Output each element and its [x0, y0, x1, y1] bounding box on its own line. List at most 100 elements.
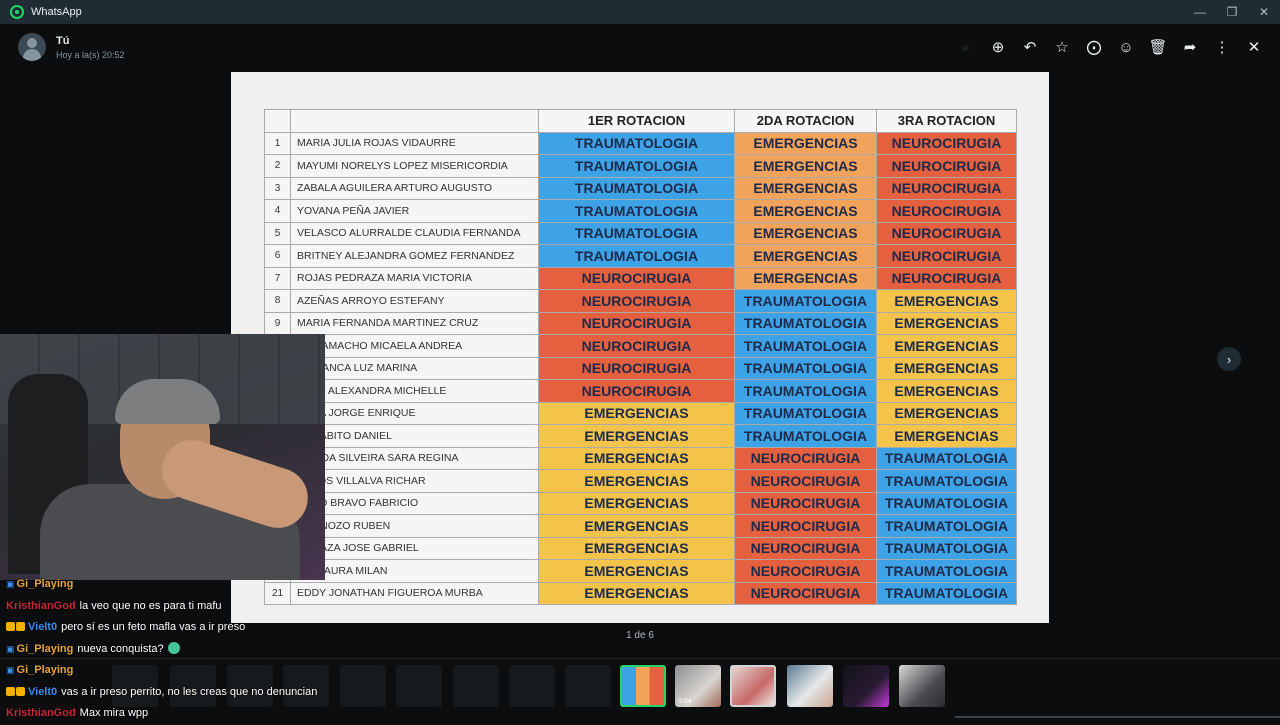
table-row: 2 MAYUMI NORELYS LOPEZ MISERICORDIA TRAUMA… [264, 154, 1017, 178]
star-icon[interactable]: ☆ [1050, 35, 1074, 59]
table-row: CA CAMACHO MICAELA ANDREA NEUROCIRUGIA TRA… [264, 334, 1017, 358]
student-name: CA CAMACHO MICAELA ANDREA [290, 334, 539, 358]
video-duration: 0:04 [678, 698, 692, 705]
row-number: 4 [264, 199, 291, 223]
student-name: MARIA FERNANDA MARTINEZ CRUZ [290, 311, 539, 335]
rotation-2-cell: TRAUMATOLOGIA [734, 424, 877, 448]
row-number: 9 [264, 311, 291, 335]
thumbnail[interactable] [843, 665, 889, 707]
student-name: BRITNEY ALEJANDRA GOMEZ FERNANDEZ [290, 244, 539, 268]
table-header-cell [264, 109, 291, 133]
rotation-3-cell: EMERGENCIAS [876, 379, 1017, 403]
student-name: ROJAS PEDRAZA MARIA VICTORIA [290, 266, 539, 290]
table-row: 1 MARIA JULIA ROJAS VIDAURRE TRAUMATOLOGIA… [264, 131, 1017, 155]
rotation-3-cell: EMERGENCIAS [876, 401, 1017, 425]
thumbnail[interactable] [453, 665, 499, 707]
minimize-button[interactable]: — [1184, 0, 1216, 24]
rotation-1-cell: TRAUMATOLOGIA [538, 221, 735, 245]
chat-text: vas a ir preso perrito, no les creas que… [61, 685, 318, 698]
avatar[interactable] [18, 33, 46, 61]
sender-info: Tú Hoy a la(s) 20:52 [56, 35, 125, 60]
reply-icon[interactable]: ↶ [1018, 35, 1042, 59]
rotation-3-cell: TRAUMATOLOGIA [876, 581, 1017, 605]
thumbnail-video[interactable]: 0:04 [675, 665, 721, 707]
rotation-2-cell: TRAUMATOLOGIA [734, 311, 877, 335]
table-header-cell [290, 109, 539, 133]
table-row: RANO BRAVO FABRICIO EMERGENCIAS NEUROCIRUG… [264, 491, 1017, 515]
emoji-icon[interactable]: ☺ [1114, 35, 1138, 59]
media-viewer-header: Tú Hoy a la(s) 20:52 ⌕ ⊕ ↶ ☆ ⨀ ☺ 🗑 ➦ ⋮ ✕ [0, 24, 1280, 70]
rotation-2-cell: EMERGENCIAS [734, 199, 877, 223]
row-number: 8 [264, 289, 291, 313]
close-icon[interactable]: ✕ [1242, 35, 1266, 59]
window-controls: — ❐ ✕ [1184, 0, 1280, 24]
chevron-right-icon: › [1226, 351, 1232, 367]
maximize-button[interactable]: ❐ [1216, 0, 1248, 24]
row-number: 6 [264, 244, 291, 268]
media-image[interactable]: 1ER ROTACION 2DA ROTACION 3RA ROTACION 1… [231, 72, 1049, 623]
window-close-button[interactable]: ✕ [1248, 0, 1280, 24]
thumbnail[interactable] [509, 665, 555, 707]
rotation-1-cell: TRAUMATOLOGIA [538, 176, 735, 200]
thumbnail[interactable] [340, 665, 386, 707]
rotation-3-cell: EMERGENCIAS [876, 311, 1017, 335]
rotation-2-cell: NEUROCIRUGIA [734, 491, 877, 515]
rotation-1-cell: EMERGENCIAS [538, 559, 735, 583]
message-timestamp: Hoy a la(s) 20:52 [56, 49, 125, 60]
student-name: S HUANCA LUZ MARINA [290, 356, 539, 380]
rotation-1-cell: TRAUMATOLOGIA [538, 131, 735, 155]
rotation-1-cell: EMERGENCIAS [538, 536, 735, 560]
rotation-1-cell: NEUROCIRUGIA [538, 311, 735, 335]
next-media-button[interactable]: › [1217, 347, 1241, 371]
horizontal-scrollbar[interactable] [955, 716, 1280, 718]
table-row: 7 ROJAS PEDRAZA MARIA VICTORIA NEUROCIRUGI… [264, 266, 1017, 290]
pin-icon[interactable]: ⨀ [1082, 35, 1106, 59]
table-row: 4 YOVANA PEÑA JAVIER TRAUMATOLOGIA EMERGENC… [264, 199, 1017, 223]
table-header-cell: 1ER ROTACION [538, 109, 735, 133]
table-row: 3 ZABALA AGUILERA ARTURO AUGUSTO TRAUMATOL… [264, 176, 1017, 200]
table-header-row: 1ER ROTACION 2DA ROTACION 3RA ROTACION [264, 109, 1017, 133]
table-row: TEROS VILLALVA RICHAR EMERGENCIAS NEUROCIR… [264, 469, 1017, 493]
chat-message: Vielt0 pero sí es un feto mafla vas a ir … [6, 617, 336, 639]
chat-badges-icon [6, 617, 26, 639]
table-row: GARABITO DANIEL EMERGENCIAS TRAUMATOLOGIA E… [264, 424, 1017, 448]
thumbnail[interactable] [899, 665, 945, 707]
thumbnail[interactable] [565, 665, 611, 707]
rotation-3-cell: NEUROCIRUGIA [876, 221, 1017, 245]
rotation-1-cell: NEUROCIRUGIA [538, 289, 735, 313]
rotation-2-cell: NEUROCIRUGIA [734, 446, 877, 470]
student-name: VEGA JORGE ENRIQUE [290, 401, 539, 425]
rotation-3-cell: NEUROCIRUGIA [876, 199, 1017, 223]
chat-username: Gi_Playing [16, 642, 74, 655]
thumbnail-current[interactable] [620, 665, 666, 707]
rotation-3-cell: NEUROCIRUGIA [876, 176, 1017, 200]
rotation-2-cell: NEUROCIRUGIA [734, 581, 877, 605]
chat-message: ▣ Gi_Playing [6, 574, 336, 596]
rotation-1-cell: EMERGENCIAS [538, 469, 735, 493]
rotation-3-cell: TRAUMATOLOGIA [876, 514, 1017, 538]
student-name: S PANOZO RUBEN [290, 514, 539, 538]
chat-message: ▣ Gi_Playing [6, 660, 336, 682]
rotation-2-cell: EMERGENCIAS [734, 154, 877, 178]
thumbnail[interactable] [787, 665, 833, 707]
zoom-out-icon: ⌕ [961, 38, 971, 56]
rotation-1-cell: EMERGENCIAS [538, 401, 735, 425]
menu-icon[interactable]: ⋮ [1210, 35, 1234, 59]
thumbnail-hovered[interactable] [730, 665, 776, 707]
media-toolbar: ⌕ ⊕ ↶ ☆ ⨀ ☺ 🗑 ➦ ⋮ ✕ [954, 35, 1266, 59]
row-number: 2 [264, 154, 291, 178]
twitch-badge-icon: ▣ [6, 579, 15, 589]
zoom-in-icon[interactable]: ⊕ [986, 35, 1010, 59]
chat-username: Vielt0 [28, 621, 58, 633]
sender-name: Tú [56, 34, 70, 47]
forward-icon[interactable]: ➦ [1178, 35, 1202, 59]
student-name: MARIA JULIA ROJAS VIDAURRE [290, 131, 539, 155]
rotation-3-cell: EMERGENCIAS [876, 289, 1017, 313]
delete-icon[interactable]: 🗑 [1146, 35, 1170, 59]
chat-message: KristhianGod la veo que no es para ti maf… [6, 596, 336, 618]
thumbnail[interactable] [396, 665, 442, 707]
student-name: MAYUMI NORELYS LOPEZ MISERICORDIA [290, 154, 539, 178]
webcam-overlay [0, 334, 325, 580]
rotation-3-cell: TRAUMATOLOGIA [876, 491, 1017, 515]
rotation-1-cell: EMERGENCIAS [538, 446, 735, 470]
